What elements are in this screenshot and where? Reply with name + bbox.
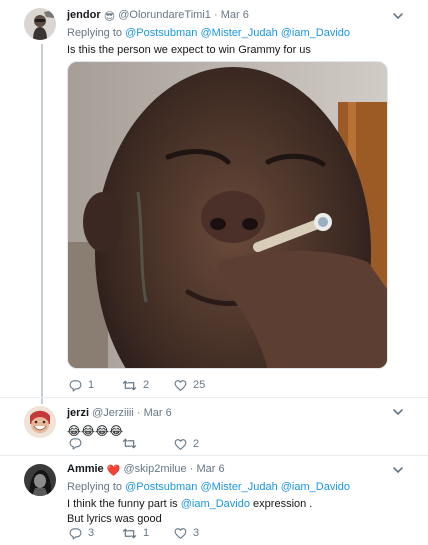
like-count: 3	[193, 527, 200, 539]
retweet-count: 2	[143, 379, 150, 391]
mention-link[interactable]: @iam_Davido	[181, 498, 250, 510]
like-button[interactable]: 3	[174, 526, 199, 540]
tweet-media-image[interactable]	[67, 61, 388, 369]
avatar-jerzi[interactable]	[24, 406, 56, 438]
mention-link[interactable]: @Mister_Judah	[200, 27, 277, 39]
reply-count: 3	[88, 527, 95, 539]
retweet-count: 1	[143, 527, 150, 539]
tweet-actions: 2	[67, 437, 388, 451]
reply-icon	[69, 438, 82, 450]
chevron-down-icon[interactable]	[392, 10, 404, 22]
tweet-date[interactable]: Mar 6	[196, 463, 224, 475]
reply-button[interactable]: 1	[69, 378, 94, 392]
display-name[interactable]: Ammie	[67, 463, 104, 475]
tweet-jendor[interactable]: jendor 😎 @OlorundareTimi1 · Mar 6 Replyi…	[0, 0, 428, 398]
heart-icon	[174, 379, 187, 391]
user-handle[interactable]: @skip2milue	[124, 463, 187, 475]
sunglasses-emoji: 😎	[103, 11, 116, 23]
tweet-ammie[interactable]: Ammie ❤️ @skip2milue · Mar 6 Replying to…	[0, 456, 428, 545]
replying-to: Replying to @Postsubman @Mister_Judah @i…	[67, 27, 350, 39]
mention-link[interactable]: @iam_Davido	[281, 481, 350, 493]
heart-icon	[174, 438, 187, 450]
display-name[interactable]: jendor	[67, 9, 101, 21]
tweet-text-line2: But lyrics was good	[67, 513, 162, 525]
like-count: 25	[193, 379, 206, 391]
tweet-date[interactable]: Mar 6	[221, 9, 249, 21]
reply-icon	[69, 527, 82, 539]
retweet-button[interactable]	[122, 437, 143, 450]
like-button[interactable]: 25	[174, 378, 205, 392]
heart-icon	[174, 527, 187, 539]
tweet-header: jendor 😎 @OlorundareTimi1 · Mar 6	[67, 9, 249, 23]
crying-man-photo	[68, 62, 387, 368]
mention-link[interactable]: @iam_Davido	[281, 27, 350, 39]
avatar-ammie[interactable]	[24, 464, 56, 496]
reply-count: 1	[88, 379, 95, 391]
tweet-text: Is this the person we expect to win Gram…	[67, 44, 311, 56]
tweet-date[interactable]: Mar 6	[144, 407, 172, 419]
chevron-down-icon[interactable]	[392, 406, 404, 418]
avatar-jendor[interactable]	[24, 8, 56, 40]
mention-link[interactable]: @Postsubman	[125, 481, 197, 493]
retweet-button[interactable]: 1	[122, 526, 149, 540]
tweet-text: I think the funny part is @iam_Davido ex…	[67, 498, 313, 510]
reply-button[interactable]	[69, 437, 88, 450]
tweet-jerzi[interactable]: jerzi @Jerziiii · Mar 6 😂😂😂😂 2	[0, 398, 428, 454]
reply-button[interactable]: 3	[69, 526, 94, 540]
retweet-icon	[122, 528, 137, 538]
tweet-header: jerzi @Jerziiii · Mar 6	[67, 407, 172, 419]
red-heart-emoji: ❤️	[106, 465, 121, 477]
display-name[interactable]: jerzi	[67, 407, 89, 419]
tweet-actions: 1 2 25	[67, 378, 388, 392]
user-handle[interactable]: @OlorundareTimi1	[118, 9, 211, 21]
tweet-actions: 3 1 3	[67, 526, 388, 540]
user-handle[interactable]: @Jerziiii	[92, 407, 134, 419]
chevron-down-icon[interactable]	[392, 464, 404, 476]
replying-to: Replying to @Postsubman @Mister_Judah @i…	[67, 481, 350, 493]
like-count: 2	[193, 438, 200, 450]
retweet-icon	[122, 380, 137, 390]
reply-icon	[69, 379, 82, 391]
retweet-icon	[122, 438, 137, 449]
mention-link[interactable]: @Postsubman	[125, 27, 197, 39]
like-button[interactable]: 2	[174, 437, 199, 451]
tweet-header: Ammie ❤️ @skip2milue · Mar 6	[67, 463, 225, 477]
retweet-button[interactable]: 2	[122, 378, 149, 392]
mention-link[interactable]: @Mister_Judah	[200, 481, 277, 493]
